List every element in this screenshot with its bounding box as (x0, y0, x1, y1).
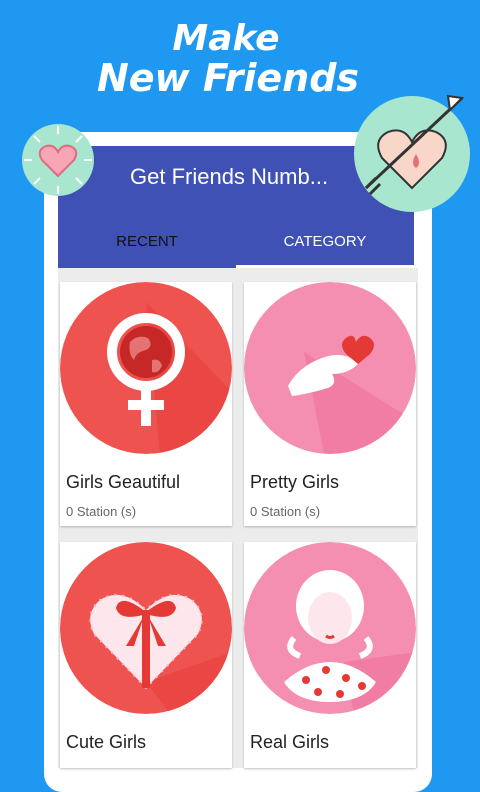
tab-recent[interactable]: RECENT (58, 218, 236, 266)
card-title: Cute Girls (66, 732, 147, 752)
promo-headline-line1: Make (172, 18, 280, 59)
category-card-real-girls[interactable]: Real Girls (244, 542, 416, 768)
girl-portrait-icon (244, 542, 416, 714)
gift-heart-icon (60, 542, 232, 714)
card-subtitle: 0 Station (s) (250, 504, 321, 519)
category-card-girls-beautiful[interactable]: Girls Geautiful 0 Station (s) (60, 282, 232, 526)
card-title: Pretty Girls (250, 472, 340, 492)
heart-badge-icon (22, 124, 94, 196)
card-grid: Girls Geautiful 0 Station (s) Pretty Gir… (58, 268, 418, 768)
card-title: Girls Geautiful (66, 472, 181, 492)
card-subtitle: 0 Station (s) (66, 504, 137, 519)
tab-bar: RECENT CATEGORY (58, 218, 414, 268)
heart-arrow-badge-icon (354, 94, 470, 212)
female-symbol-globe-icon (60, 282, 232, 454)
category-card-cute-girls[interactable]: Cute Girls (60, 542, 232, 768)
tab-category[interactable]: CATEGORY (236, 218, 414, 266)
card-title: Real Girls (250, 732, 330, 752)
category-card-pretty-girls[interactable]: Pretty Girls 0 Station (s) (244, 282, 416, 526)
app-title: Get Friends Numb... (130, 164, 329, 189)
hand-heart-icon (244, 282, 416, 454)
